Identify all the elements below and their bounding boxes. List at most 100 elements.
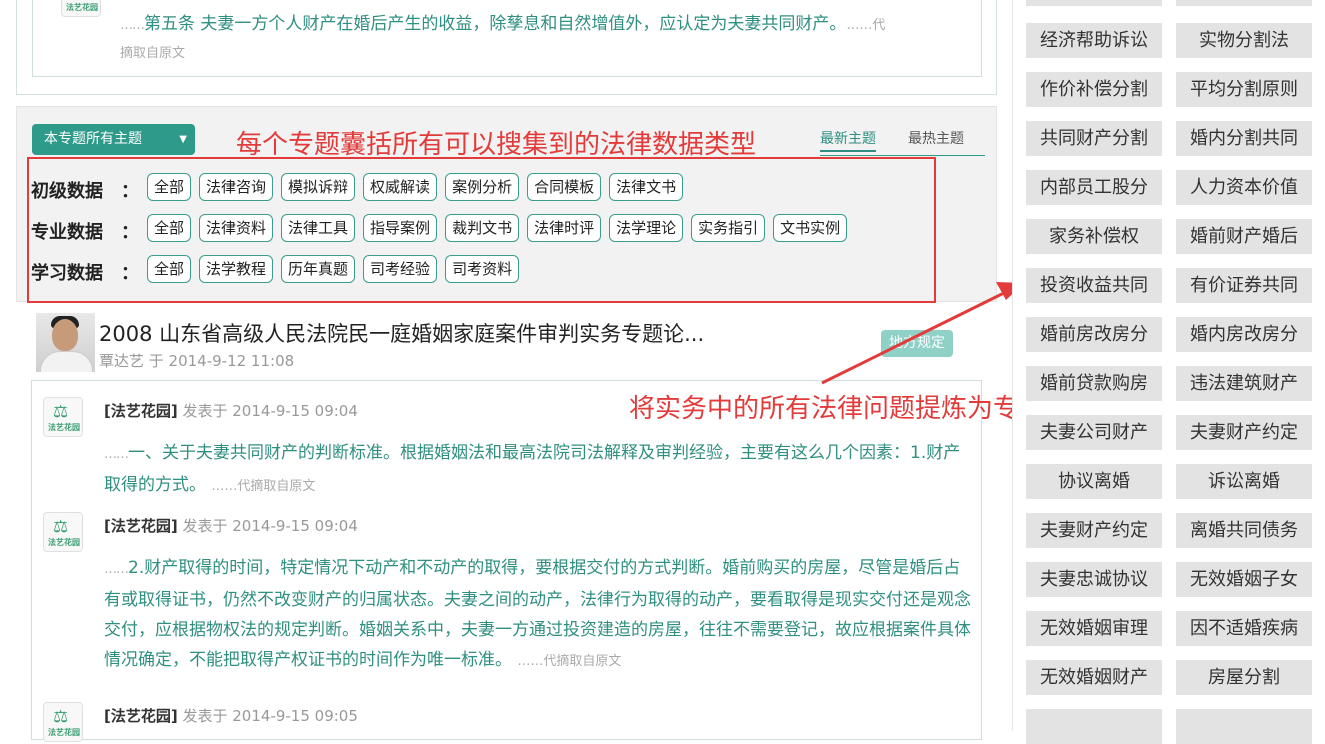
reply-source[interactable]: [法艺花园]: [104, 707, 178, 725]
scales-icon: ⚖: [53, 517, 69, 537]
previous-post-excerpt: ……第五条 夫妻一方个人财产在婚后产生的收益，除孳息和自然增值外，应认定为夫妻共…: [120, 11, 980, 67]
ellipsis: ……: [104, 447, 129, 462]
filter-chip[interactable]: 法律工具: [281, 214, 356, 242]
filter-chip[interactable]: 法学教程: [199, 255, 274, 283]
topic-tag-partial[interactable]: [1176, 709, 1312, 744]
filter-chip[interactable]: 案例分析: [445, 173, 520, 201]
topic-tag[interactable]: 房屋分割: [1176, 660, 1312, 695]
reply-list: ⚖ 法艺花园 [法艺花园] 发表于 2014-9-15 09:04 ……一、关于…: [31, 380, 982, 742]
filter-chip[interactable]: 权威解读: [363, 173, 438, 201]
reply-timestamp: 发表于 2014-9-15 09:05: [182, 707, 358, 725]
scales-icon: ⚖: [53, 707, 69, 727]
filter-chip[interactable]: 合同模板: [527, 173, 602, 201]
avatar-body: [40, 351, 93, 372]
topic-tag[interactable]: 夫妻忠诚协议: [1026, 562, 1162, 597]
avatar-face: [52, 319, 78, 351]
dropdown-label: 本专题所有主题: [44, 131, 142, 147]
caret-down-icon: ▼: [179, 134, 187, 145]
topic-tag[interactable]: 人力资本价值: [1176, 170, 1312, 205]
filter-chip[interactable]: 法律时评: [527, 214, 602, 242]
topic-tag[interactable]: 投资收益共同: [1026, 268, 1162, 303]
ellipsis: ……: [120, 18, 145, 33]
topic-tag-partial[interactable]: [1026, 0, 1162, 6]
chip-group: 全部 法学教程 历年真题 司考经验 司考资料: [147, 255, 520, 283]
filter-chip[interactable]: 指导案例: [363, 214, 438, 242]
topic-tag[interactable]: 婚内房改房分: [1176, 317, 1312, 352]
tab-hottest-topics[interactable]: 最热主题: [908, 128, 964, 148]
topic-tag-partial[interactable]: [1026, 709, 1162, 744]
reply-body: ……一、关于夫妻共同财产的判断标准。根据婚姻法和最高法院司法解释及审判经验，主要…: [104, 438, 972, 502]
topic-tag[interactable]: 实物分割法: [1176, 23, 1312, 58]
topic-tag[interactable]: 违法建筑财产: [1176, 366, 1312, 401]
scales-icon: ⚖: [53, 402, 69, 422]
topic-tag[interactable]: 有价证券共同: [1176, 268, 1312, 303]
reply-timestamp: 发表于 2014-9-15 09:04: [182, 402, 358, 420]
chip-group: 全部 法律咨询 模拟诉辩 权威解读 案例分析 合同模板 法律文书: [147, 173, 684, 201]
source-link[interactable]: ……代摘取自原文: [517, 654, 621, 669]
category-badge[interactable]: 地方规定: [881, 330, 953, 357]
filter-chip[interactable]: 司考资料: [445, 255, 520, 283]
row-colon: ：: [121, 222, 139, 243]
topic-tag[interactable]: 经济帮助诉讼: [1026, 23, 1162, 58]
reply-timestamp: 发表于 2014-9-15 09:04: [182, 517, 358, 535]
filter-chip[interactable]: 文书实例: [773, 214, 848, 242]
logo-brand-text: 法艺花园: [48, 728, 80, 737]
topic-filter-panel: 本专题所有主题 ▼ 每个专题囊括所有可以搜集到的法律数据类型 最新主题 最热主题…: [16, 106, 997, 303]
reply-source[interactable]: [法艺花园]: [104, 402, 178, 420]
topic-tag[interactable]: 内部员工股分: [1026, 170, 1162, 205]
topic-tag[interactable]: 婚前房改房分: [1026, 317, 1162, 352]
filter-chip[interactable]: 法律咨询: [199, 173, 274, 201]
topic-tag[interactable]: 平均分割原则: [1176, 72, 1312, 107]
fayi-garden-logo: ⚖ 法艺花园: [61, 0, 101, 17]
post-author-line: 覃达艺 于 2014-9-12 11:08: [99, 352, 295, 370]
filter-chip[interactable]: 历年真题: [281, 255, 356, 283]
reply-source[interactable]: [法艺花园]: [104, 517, 178, 535]
filter-chip[interactable]: 法律文书: [609, 173, 684, 201]
previous-post-excerpt-box: ⚖ 法艺花园 ……第五条 夫妻一方个人财产在婚后产生的收益，除孳息和自然增值外，…: [32, 0, 982, 77]
source-link[interactable]: ……代摘取自原文: [211, 479, 315, 494]
row-label: 专业数据: [31, 222, 103, 243]
topic-tag[interactable]: 共同财产分割: [1026, 121, 1162, 156]
topic-tag[interactable]: 作价补偿分割: [1026, 72, 1162, 107]
filter-chip[interactable]: 模拟诉辩: [281, 173, 356, 201]
topic-tag[interactable]: 夫妻财产约定: [1026, 513, 1162, 548]
row-colon: ：: [121, 181, 139, 202]
reply-meta: [法艺花园] 发表于 2014-9-15 09:04: [104, 515, 358, 536]
filter-chip[interactable]: 全部: [147, 214, 192, 242]
topic-tag[interactable]: 婚前财产婚后: [1176, 219, 1312, 254]
filter-chip[interactable]: 法学理论: [609, 214, 684, 242]
topic-tag[interactable]: 无效婚姻财产: [1026, 660, 1162, 695]
topic-tag[interactable]: 无效婚姻审理: [1026, 611, 1162, 646]
row-label: 学习数据: [31, 263, 103, 284]
topic-tag[interactable]: 婚前贷款购房: [1026, 366, 1162, 401]
filter-chip[interactable]: 法律资料: [199, 214, 274, 242]
filter-chip[interactable]: 裁判文书: [445, 214, 520, 242]
row-label: 初级数据: [31, 181, 103, 202]
source-link[interactable]: ……代: [846, 18, 885, 33]
logo-brand-text: 法艺花园: [48, 423, 80, 432]
topic-tag[interactable]: 夫妻公司财产: [1026, 415, 1162, 450]
logo-brand-text: 法艺花园: [66, 3, 98, 12]
topic-tag-partial[interactable]: [1176, 0, 1312, 6]
post-title[interactable]: 2008 山东省高级人民法院民一庭婚姻家庭案件审判实务专题论...: [99, 318, 704, 348]
filter-chip[interactable]: 全部: [147, 173, 192, 201]
topic-tag[interactable]: 婚内分割共同: [1176, 121, 1312, 156]
fayi-garden-logo: ⚖ 法艺花园: [43, 397, 83, 437]
topic-tag[interactable]: 家务补偿权: [1026, 219, 1162, 254]
filter-chip[interactable]: 司考经验: [363, 255, 438, 283]
filter-chip[interactable]: 实务指引: [691, 214, 766, 242]
topic-scope-dropdown[interactable]: 本专题所有主题 ▼: [32, 124, 195, 155]
topic-tag[interactable]: 因不适婚疾病: [1176, 611, 1312, 646]
topic-tag[interactable]: 无效婚姻子女: [1176, 562, 1312, 597]
topic-tag[interactable]: 离婚共同债务: [1176, 513, 1312, 548]
source-link-continued[interactable]: 摘取自原文: [120, 46, 185, 61]
chip-group: 全部 法律资料 法律工具 指导案例 裁判文书 法律时评 法学理论 实务指引 文书…: [147, 214, 848, 242]
topic-tag[interactable]: 诉讼离婚: [1176, 464, 1312, 499]
filter-chip[interactable]: 全部: [147, 255, 192, 283]
tab-latest-topics[interactable]: 最新主题: [820, 128, 876, 152]
topic-tag[interactable]: 夫妻财产约定: [1176, 415, 1312, 450]
row-colon: ：: [121, 263, 139, 284]
annotation-topics: 将实务中的所有法律问题提炼为专题: [629, 394, 1046, 424]
author-avatar[interactable]: [36, 313, 95, 372]
topic-tag[interactable]: 协议离婚: [1026, 464, 1162, 499]
